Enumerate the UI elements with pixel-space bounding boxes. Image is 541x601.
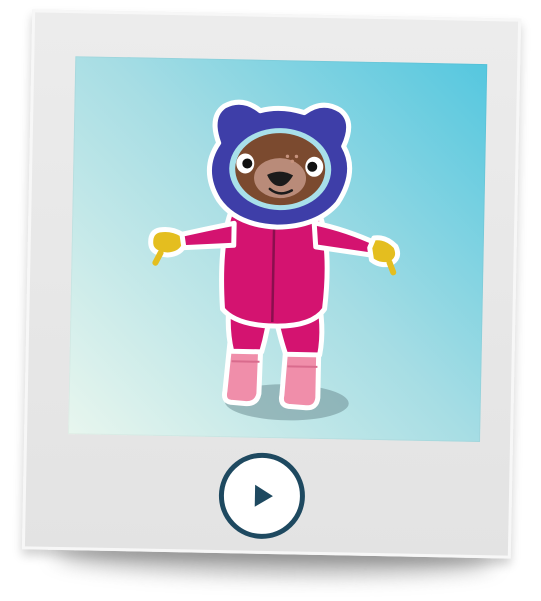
video-thumbnail-stage — [0, 0, 541, 601]
polaroid-card — [21, 9, 522, 559]
hood — [207, 99, 353, 230]
bear-illustration — [148, 99, 401, 421]
preview-image — [68, 56, 488, 443]
play-icon — [254, 484, 273, 507]
